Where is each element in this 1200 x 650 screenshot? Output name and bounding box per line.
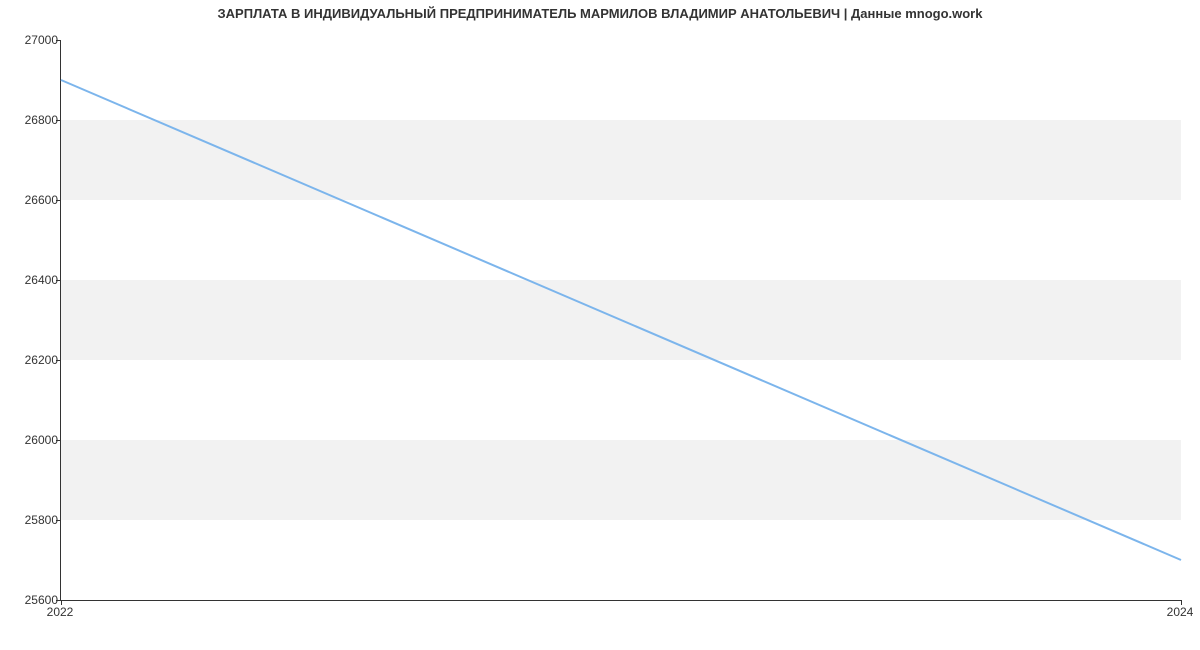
y-tick-label: 26200 (8, 353, 58, 367)
y-tick-label: 25800 (8, 513, 58, 527)
y-tick-label: 26800 (8, 113, 58, 127)
x-tick-label: 2024 (1167, 605, 1194, 619)
line-series (61, 40, 1181, 600)
y-tick-label: 27000 (8, 33, 58, 47)
plot-area (60, 40, 1181, 601)
y-tick-label: 26400 (8, 273, 58, 287)
chart-title: ЗАРПЛАТА В ИНДИВИДУАЛЬНЫЙ ПРЕДПРИНИМАТЕЛ… (0, 6, 1200, 21)
y-tick-label: 26600 (8, 193, 58, 207)
x-tick-label: 2022 (47, 605, 74, 619)
chart-container: ЗАРПЛАТА В ИНДИВИДУАЛЬНЫЙ ПРЕДПРИНИМАТЕЛ… (0, 0, 1200, 650)
y-tick-label: 26000 (8, 433, 58, 447)
